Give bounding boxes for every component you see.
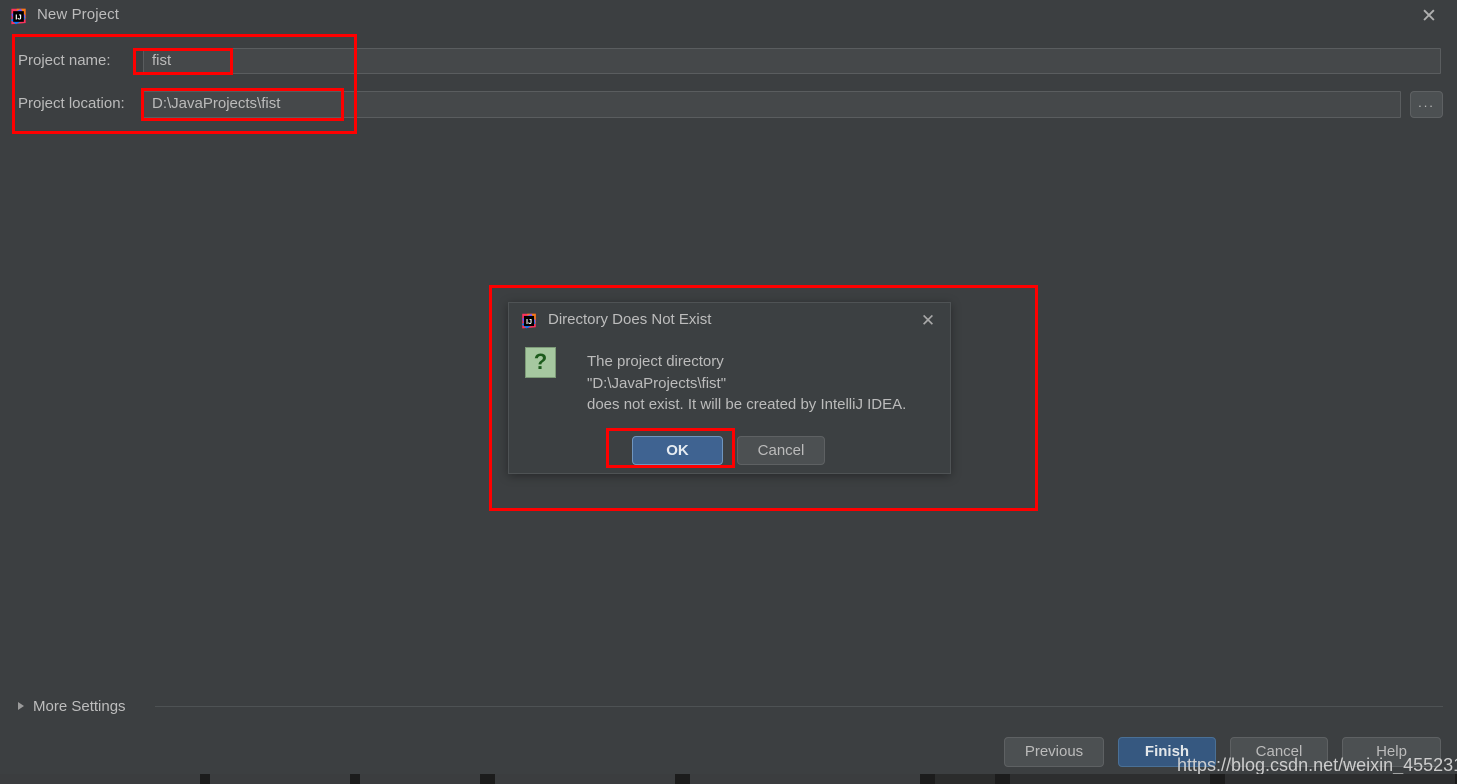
intellij-idea-logo-icon: IJ (10, 8, 26, 25)
more-settings-label: More Settings (33, 697, 126, 715)
more-settings-separator (155, 706, 1443, 707)
dialog-message: The project directory "D:\JavaProjects\f… (587, 353, 907, 413)
svg-text:IJ: IJ (15, 12, 21, 21)
project-name-label: Project name: (18, 52, 111, 69)
window-title: New Project (37, 6, 119, 23)
watermark-url: https://blog.csdn.net/weixin_45523107 (1177, 755, 1457, 775)
question-mark-icon: ? (525, 347, 556, 378)
dialog-close-icon[interactable]: ✕ (916, 309, 940, 333)
project-location-input[interactable]: D:\JavaProjects\fist (143, 91, 1401, 118)
bottom-edge-artifact (0, 774, 1457, 784)
svg-text:IJ: IJ (526, 317, 532, 326)
triangle-right-icon (18, 702, 24, 710)
browse-ellipsis-button[interactable]: ... (1410, 91, 1443, 118)
project-name-input[interactable]: fist (143, 48, 1441, 74)
new-project-window: IJ New Project ✕ Project name: fist Proj… (0, 0, 1457, 784)
dialog-titlebar: IJ Directory Does Not Exist ✕ (509, 303, 950, 339)
window-close-icon[interactable]: ✕ (1414, 4, 1444, 30)
previous-button[interactable]: Previous (1004, 737, 1104, 767)
directory-does-not-exist-dialog: IJ Directory Does Not Exist ✕ ? The proj… (508, 302, 951, 474)
dialog-title: Directory Does Not Exist (548, 311, 712, 328)
window-titlebar: IJ New Project ✕ (0, 0, 1457, 33)
dialog-intellij-logo-icon: IJ (521, 313, 536, 329)
dialog-ok-button[interactable]: OK (632, 436, 723, 465)
more-settings-expander[interactable]: More Settings (18, 694, 126, 718)
dialog-cancel-button[interactable]: Cancel (737, 436, 825, 465)
project-location-label: Project location: (18, 95, 125, 112)
